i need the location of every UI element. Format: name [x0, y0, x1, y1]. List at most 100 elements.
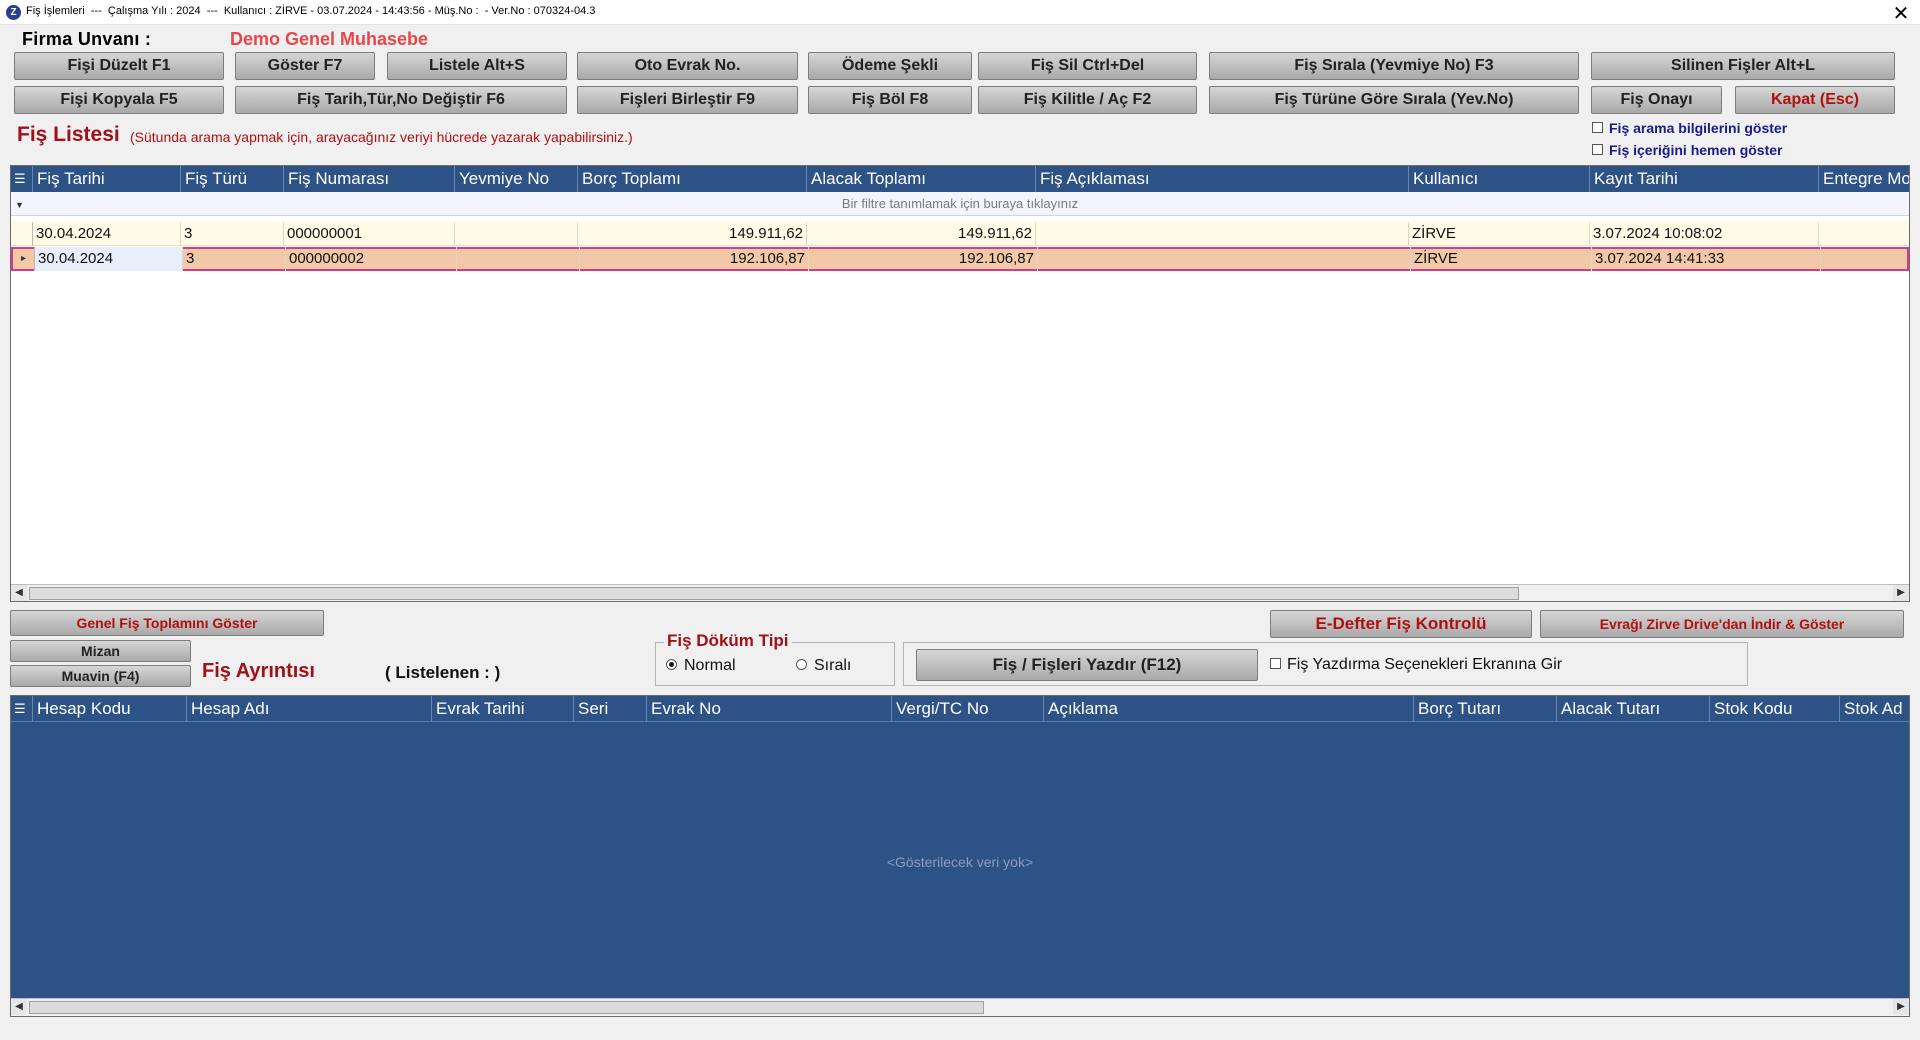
fis-kilitle-button[interactable]: Fiş Kilitle / Aç F2: [978, 86, 1197, 114]
listele-button[interactable]: Listele Alt+S: [387, 52, 567, 80]
col-stok-kodu[interactable]: Stok Kodu: [1710, 696, 1840, 722]
col-evrak-tarihi[interactable]: Evrak Tarihi: [432, 696, 574, 722]
filter-row[interactable]: ▼ Bir filtre tanımlamak için buraya tıkl…: [11, 192, 1909, 216]
col-aciklama[interactable]: Açıklama: [1044, 696, 1414, 722]
scroll-right-icon[interactable]: ▶: [1893, 999, 1909, 1015]
cell-kayit-tarihi[interactable]: 3.07.2024 10:08:02: [1590, 222, 1819, 246]
col-alacak-tutari[interactable]: Alacak Tutarı: [1557, 696, 1710, 722]
fis-bol-button[interactable]: Fiş Böl F8: [808, 86, 972, 114]
cell-fis-numarasi[interactable]: 000000001: [284, 222, 455, 246]
mizan-button[interactable]: Mizan: [10, 640, 191, 662]
col-vergi-tc-no[interactable]: Vergi/TC No: [892, 696, 1044, 722]
col-fis-numarasi[interactable]: Fiş Numarası: [284, 166, 455, 192]
fis-arama-bilgileri-checkbox[interactable]: Fiş arama bilgilerini göster: [1592, 120, 1787, 136]
yazdir-button[interactable]: Fiş / Fişleri Yazdır (F12): [916, 649, 1258, 681]
cell-borc-toplami[interactable]: 149.911,62: [578, 222, 807, 246]
search-hint: (Sütunda arama yapmak için, arayacağınız…: [130, 129, 633, 145]
cell-alacak-toplami[interactable]: 192.106,87: [809, 247, 1038, 271]
table-row[interactable]: 30.04.2024 3 000000001 149.911,62 149.91…: [11, 222, 1909, 246]
cell-fis-turu[interactable]: 3: [181, 222, 284, 246]
edefter-kontrol-button[interactable]: E-Defter Fiş Kontrolü: [1270, 610, 1532, 638]
column-chooser-icon[interactable]: ☰: [11, 696, 33, 722]
cell-kullanici[interactable]: ZİRVE: [1411, 247, 1592, 271]
col-fis-aciklamasi[interactable]: Fiş Açıklaması: [1036, 166, 1409, 192]
cell-alacak-toplami[interactable]: 149.911,62: [807, 222, 1036, 246]
fis-dokum-tipi-legend: Fiş Döküm Tipi: [664, 631, 792, 651]
silinen-fisler-button[interactable]: Silinen Fişler Alt+L: [1591, 52, 1895, 80]
cell-fis-turu[interactable]: 3: [183, 247, 286, 271]
col-fis-turu[interactable]: Fiş Türü: [181, 166, 284, 192]
cell-borc-toplami[interactable]: 192.106,87: [580, 247, 809, 271]
cell-yevmiye-no[interactable]: [455, 222, 578, 246]
checkbox-label: Fiş arama bilgilerini göster: [1609, 120, 1788, 136]
radio-normal[interactable]: Normal: [666, 657, 736, 675]
col-seri[interactable]: Seri: [574, 696, 647, 722]
kapat-button[interactable]: Kapat (Esc): [1735, 86, 1895, 114]
fisleri-birlestir-button[interactable]: Fişleri Birleştir F9: [577, 86, 798, 114]
radio-unselected-icon[interactable]: [796, 659, 807, 671]
checkbox-box[interactable]: [1270, 658, 1281, 670]
col-stok-adi[interactable]: Stok Ad: [1840, 696, 1909, 722]
detail-grid-header: ☰ Hesap Kodu Hesap Adı Evrak Tarihi Seri…: [11, 696, 1909, 722]
fis-onayi-button[interactable]: Fiş Onayı: [1591, 86, 1722, 114]
radio-sirali-label: Sıralı: [814, 657, 852, 674]
horizontal-scrollbar[interactable]: ◀ ▶: [11, 584, 1909, 601]
checkbox-label: Fiş içeriğini hemen göster: [1609, 142, 1783, 158]
cell-fis-aciklamasi[interactable]: [1036, 222, 1409, 246]
fis-sirala-yevmiye-button[interactable]: Fiş Sırala (Yevmiye No) F3: [1209, 52, 1579, 80]
odeme-sekli-button[interactable]: Ödeme Şekli: [808, 52, 972, 80]
column-chooser-icon[interactable]: ☰: [11, 166, 33, 192]
goster-button[interactable]: Göster F7: [235, 52, 375, 80]
scrollbar-thumb[interactable]: [29, 587, 1519, 600]
col-fis-tarihi[interactable]: Fiş Tarihi: [33, 166, 181, 192]
horizontal-scrollbar[interactable]: ◀ ▶: [11, 998, 1909, 1016]
fis-sil-button[interactable]: Fiş Sil Ctrl+Del: [978, 52, 1197, 80]
col-borc-tutari[interactable]: Borç Tutarı: [1414, 696, 1557, 722]
cell-kayit-tarihi[interactable]: 3.07.2024 14:41:33: [1592, 247, 1821, 271]
col-entegre[interactable]: Entegre Mo: [1819, 166, 1909, 192]
oto-evrak-no-button[interactable]: Oto Evrak No.: [577, 52, 798, 80]
fis-tarih-degistir-button[interactable]: Fiş Tarih,Tür,No Değiştir F6: [235, 86, 567, 114]
cell-yevmiye-no[interactable]: [457, 247, 580, 271]
zirve-drive-button[interactable]: Evrağı Zirve Drive'dan İndir & Göster: [1540, 610, 1904, 638]
radio-sirali[interactable]: Sıralı: [796, 657, 851, 675]
cell-fis-tarihi[interactable]: 30.04.2024: [35, 247, 183, 271]
table-row-selected[interactable]: ▸ 30.04.2024 3 000000002 192.106,87 192.…: [11, 247, 1909, 271]
app-logo-icon: Z: [6, 5, 21, 20]
fis-ayrintisi-grid: ☰ Hesap Kodu Hesap Adı Evrak Tarihi Seri…: [10, 695, 1910, 1017]
fisi-kopyala-button[interactable]: Fişi Kopyala F5: [14, 86, 224, 114]
cell-kullanici[interactable]: ZİRVE: [1409, 222, 1590, 246]
col-yevmiye-no[interactable]: Yevmiye No: [455, 166, 578, 192]
cell-fis-aciklamasi[interactable]: [1038, 247, 1411, 271]
close-icon[interactable]: ✕: [1890, 1, 1912, 26]
main-panel: Firma Unvanı : Demo Genel Muhasebe Fişi …: [0, 25, 1920, 1040]
fis-ayrintisi-title: Fiş Ayrıntısı: [202, 660, 315, 682]
scroll-right-icon[interactable]: ▶: [1893, 585, 1909, 601]
fis-icerigi-hemen-checkbox[interactable]: Fiş içeriğini hemen göster: [1592, 142, 1783, 158]
title-bar: Z Fiş İşlemleri --- Çalışma Yılı : 2024 …: [0, 0, 1920, 25]
fis-listesi-title: Fiş Listesi: [17, 123, 120, 146]
muavin-button[interactable]: Muavin (F4): [10, 665, 191, 687]
col-alacak-toplami[interactable]: Alacak Toplamı: [807, 166, 1036, 192]
checkbox-box[interactable]: [1592, 143, 1603, 155]
genel-fis-toplami-button[interactable]: Genel Fiş Toplamını Göster: [10, 610, 324, 636]
scrollbar-thumb[interactable]: [29, 1001, 984, 1014]
yazdirma-secenekleri-checkbox[interactable]: Fiş Yazdırma Seçenekleri Ekranına Gir: [1270, 656, 1562, 674]
scroll-left-icon[interactable]: ◀: [11, 585, 27, 601]
grid-header: ☰ Fiş Tarihi Fiş Türü Fiş Numarası Yevmi…: [11, 166, 1909, 192]
col-kayit-tarihi[interactable]: Kayıt Tarihi: [1590, 166, 1819, 192]
cell-fis-numarasi[interactable]: 000000002: [286, 247, 457, 271]
radio-selected-icon[interactable]: [666, 659, 677, 671]
col-borc-toplami[interactable]: Borç Toplamı: [578, 166, 807, 192]
col-evrak-no[interactable]: Evrak No: [647, 696, 892, 722]
checkbox-box[interactable]: [1592, 121, 1603, 133]
fisi-duzelt-button[interactable]: Fişi Düzelt F1: [14, 52, 224, 80]
fis-turune-gore-sirala-button[interactable]: Fiş Türüne Göre Sırala (Yev.No): [1209, 86, 1579, 114]
col-hesap-adi[interactable]: Hesap Adı: [187, 696, 432, 722]
scroll-left-icon[interactable]: ◀: [11, 999, 27, 1015]
listelenen-label: ( Listelenen : ): [385, 663, 501, 682]
col-hesap-kodu[interactable]: Hesap Kodu: [33, 696, 187, 722]
yazdir-group: Fiş / Fişleri Yazdır (F12) Fiş Yazdırma …: [903, 642, 1748, 686]
col-kullanici[interactable]: Kullanıcı: [1409, 166, 1590, 192]
cell-fis-tarihi[interactable]: 30.04.2024: [33, 222, 181, 246]
